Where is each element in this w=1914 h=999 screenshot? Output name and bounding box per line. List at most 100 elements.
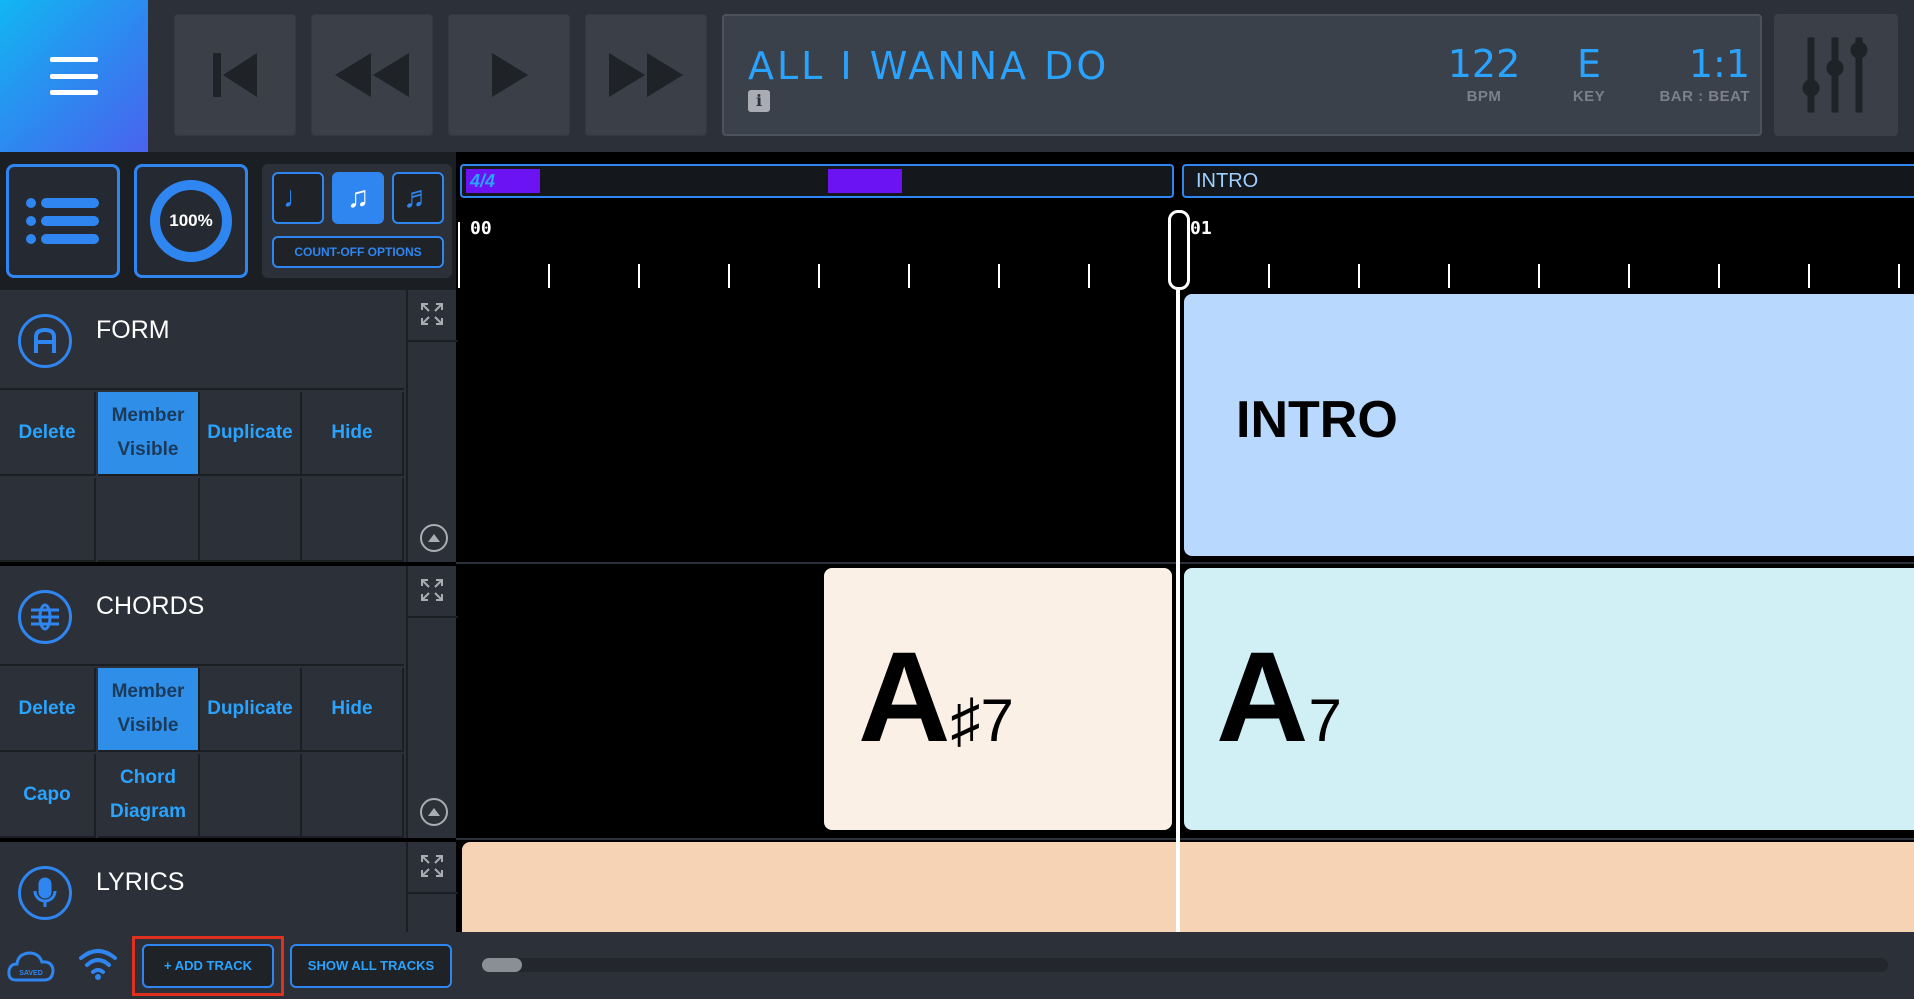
track-header-form: FORM [0, 290, 404, 390]
chords-capo-button[interactable]: Capo [0, 754, 96, 838]
form-delete-button[interactable]: Delete [0, 392, 96, 476]
fast-forward-icon [609, 53, 683, 97]
chord-root: A [1216, 626, 1309, 769]
transport-bar: ALL I WANNA DO i 122 BPM E KEY 1:1 BAR :… [0, 0, 1914, 152]
playhead-handle[interactable] [1168, 210, 1190, 290]
ruler-beat-tick [1358, 264, 1360, 288]
form-member-visible-button[interactable]: Member Visible [98, 392, 200, 476]
form-empty-cell [200, 478, 302, 562]
position-label: BAR : BEAT [1659, 88, 1750, 105]
song-title[interactable]: ALL I WANNA DO [748, 44, 1109, 88]
fast-forward-button[interactable] [585, 14, 707, 136]
ruler-beat-tick [1808, 264, 1810, 288]
zoom-level: 100% [150, 180, 232, 262]
chord-clip[interactable]: A 7 [1184, 568, 1914, 830]
lane-divider [456, 562, 1914, 564]
ruler-beat-tick [728, 264, 730, 288]
track-header-chords: CHORDS [0, 566, 404, 666]
track-form: FORM Delete Member Visible Duplicate Hid… [0, 290, 458, 562]
play-icon [492, 53, 528, 97]
track-side-controls-form [406, 290, 458, 562]
chord-extension: ♯7 [950, 687, 1014, 754]
ruler-beat-tick [818, 264, 820, 288]
bar-number-1: 01 [1190, 218, 1212, 239]
wifi-icon[interactable] [78, 946, 118, 982]
time-signature-badge[interactable]: 4/4 [466, 169, 540, 193]
track-chords: CHORDS Delete Member Visible Duplicate H… [0, 566, 458, 838]
timeline-scrollbar[interactable] [482, 958, 1888, 972]
chords-hide-button[interactable]: Hide [302, 668, 404, 752]
cloud-saved-icon[interactable]: SAVED [6, 948, 56, 984]
ruler-beat-tick [1448, 264, 1450, 288]
key-value: E [1576, 42, 1601, 86]
section-marker[interactable] [828, 169, 902, 193]
form-empty-cell [98, 478, 200, 562]
sixteenth-note-icon: ♬ [403, 181, 433, 214]
list-icon [26, 198, 99, 244]
form-duplicate-button[interactable]: Duplicate [200, 392, 302, 476]
section-lane-intro[interactable]: INTRO [1182, 164, 1914, 198]
side-divider [408, 616, 458, 618]
note-value-panel: ♩ ♫ ♬ COUNT-OFF OPTIONS [262, 164, 452, 278]
eighth-note-button[interactable]: ♫ [332, 172, 384, 224]
play-button[interactable] [448, 14, 570, 136]
chords-track-icon [18, 590, 72, 644]
skip-to-start-button[interactable] [174, 14, 296, 136]
skip-to-start-icon [213, 53, 257, 97]
form-hide-button[interactable]: Hide [302, 392, 404, 476]
quarter-note-button[interactable]: ♩ [272, 172, 324, 224]
add-track-button[interactable]: + ADD TRACK [142, 944, 274, 988]
sixteenth-note-button[interactable]: ♬ [392, 172, 444, 224]
info-icon[interactable]: i [748, 90, 770, 112]
count-off-options-button[interactable]: COUNT-OFF OPTIONS [272, 236, 444, 268]
track-side-controls-chords [406, 566, 458, 838]
bpm-readout[interactable]: 122 BPM [1434, 44, 1534, 105]
chords-empty-cell [302, 754, 404, 838]
playhead-line [1176, 288, 1180, 932]
bar-number-0: 00 [470, 218, 492, 239]
ruler-beat-tick [548, 264, 550, 288]
rewind-button[interactable] [311, 14, 433, 136]
view-controls: 100% ♩ ♫ ♬ COUNT-OFF OPTIONS [0, 152, 456, 290]
position-value: 1:1 [1688, 42, 1750, 86]
key-label: KEY [1572, 88, 1606, 105]
cloud-status-text: SAVED [19, 970, 43, 977]
chords-member-visible-button[interactable]: Member Visible [98, 668, 200, 752]
ruler-beat-tick [908, 264, 910, 288]
collapse-up-icon[interactable] [420, 524, 448, 552]
track-lyrics: LYRICS [0, 842, 458, 932]
expand-icon[interactable] [420, 854, 444, 878]
form-track-icon [18, 314, 72, 368]
hamburger-icon [50, 57, 98, 95]
track-name-form: FORM [96, 316, 170, 344]
form-empty-cell [0, 478, 96, 562]
collapse-up-icon[interactable] [420, 798, 448, 826]
chord-symbol: A ♯7 [858, 624, 1014, 771]
expand-icon[interactable] [420, 578, 444, 602]
chord-extension: 7 [1308, 687, 1342, 754]
track-name-lyrics: LYRICS [96, 868, 185, 896]
expand-icon[interactable] [420, 302, 444, 326]
zoom-button[interactable]: 100% [134, 164, 248, 278]
eighth-note-icon: ♫ [346, 181, 370, 214]
scrollbar-thumb[interactable] [482, 958, 522, 972]
form-clip-intro[interactable]: INTRO [1184, 294, 1914, 556]
section-lane-pre[interactable]: 4/4 [460, 164, 1174, 198]
form-clip-label: INTRO [1236, 391, 1398, 449]
chord-symbol: A 7 [1216, 624, 1342, 771]
chords-delete-button[interactable]: Delete [0, 668, 96, 752]
chords-duplicate-button[interactable]: Duplicate [200, 668, 302, 752]
chords-empty-cell [200, 754, 302, 838]
mixer-button[interactable] [1774, 14, 1898, 136]
ruler-beat-tick [638, 264, 640, 288]
section-label-intro: INTRO [1196, 170, 1259, 192]
track-list-button[interactable] [6, 164, 120, 278]
chords-chord-diagram-button[interactable]: Chord Diagram [98, 754, 200, 838]
key-readout[interactable]: E KEY [1554, 44, 1624, 105]
hamburger-menu-button[interactable] [0, 0, 148, 152]
track-name-chords: CHORDS [96, 592, 205, 620]
show-all-tracks-button[interactable]: SHOW ALL TRACKS [290, 944, 452, 988]
quarter-note-icon: ♩ [283, 181, 313, 214]
side-divider [408, 892, 458, 894]
chord-clip[interactable]: A ♯7 [824, 568, 1172, 830]
